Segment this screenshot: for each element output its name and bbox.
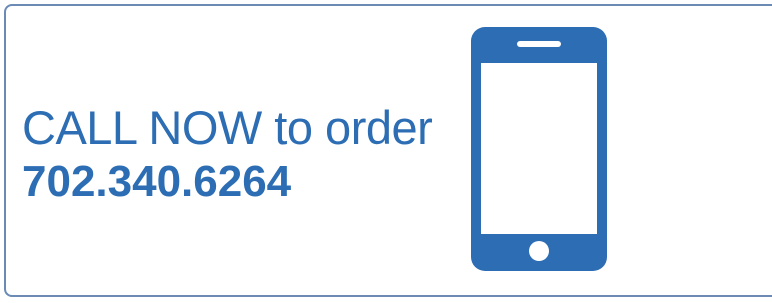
phone-number[interactable]: 702.340.6264 — [22, 156, 432, 208]
call-to-order-banner: CALL NOW to order 702.340.6264 — [4, 4, 772, 297]
call-now-heading: CALL NOW to order — [22, 101, 433, 154]
call-to-action-text: CALL NOW to order 702.340.6264 — [22, 100, 433, 208]
smartphone-icon — [471, 27, 607, 271]
